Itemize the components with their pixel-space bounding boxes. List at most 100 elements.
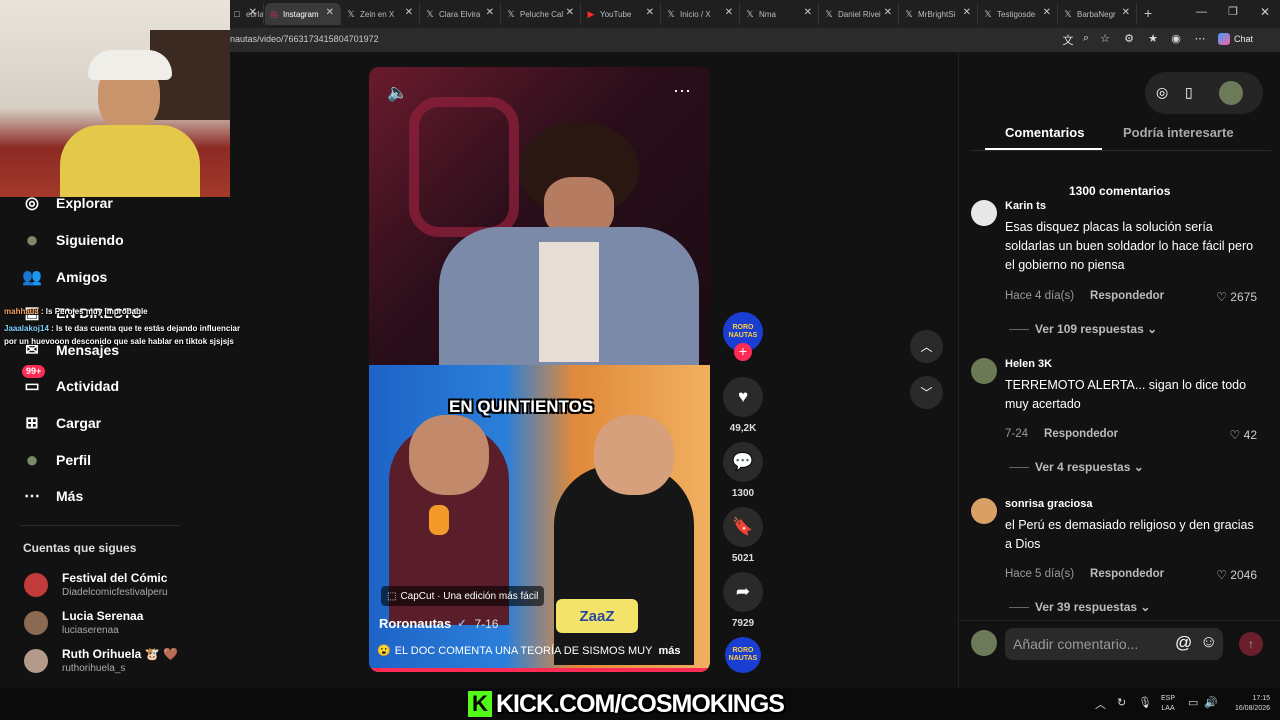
comment-like-button[interactable]: ♡ 42: [1230, 428, 1257, 442]
next-video-button[interactable]: ﹀: [910, 376, 943, 409]
view-replies-button[interactable]: Ver 109 respuestas ⌄: [1009, 322, 1157, 336]
tab-close-icon[interactable]: ✕: [405, 7, 413, 18]
comment-input[interactable]: Añadir comentario... @ ☺: [1005, 628, 1223, 660]
translate-icon[interactable]: 文: [1060, 32, 1076, 48]
new-tab-icon[interactable]: +: [1144, 5, 1152, 21]
browser-tab-label: Testigosde: [997, 9, 1036, 19]
post-comment-button[interactable]: ↑: [1239, 632, 1263, 656]
tab-interest[interactable]: Podría interesarte: [1123, 125, 1234, 140]
following-account[interactable]: Festival del Cómic Diadelcomicfestivalper…: [24, 571, 168, 598]
mention-icon[interactable]: @: [1175, 633, 1192, 653]
follow-plus-icon[interactable]: +: [734, 343, 752, 361]
user-avatar[interactable]: [1219, 81, 1243, 105]
following-handle: Diadelcomicfestivalperu: [62, 587, 168, 598]
tab-close-icon[interactable]: ✕: [566, 7, 574, 18]
nav-item[interactable]: ⊞ Cargar: [20, 411, 101, 435]
more-link[interactable]: más: [658, 645, 680, 657]
creator-avatar[interactable]: RORO NAUTAS +: [723, 312, 763, 361]
save-button[interactable]: 🔖 5021: [723, 507, 763, 564]
microphone-icon[interactable]: 🎙: [1138, 696, 1152, 709]
browser-tab[interactable]: 𝕏 Clara Elvira ✕: [421, 3, 501, 25]
browser-tab[interactable]: 𝕏 Daniel Rivei ✕: [820, 3, 899, 25]
browser-tab[interactable]: 𝕏 Zein en X ✕: [342, 3, 420, 25]
share-button[interactable]: ➦ 7929: [723, 572, 763, 629]
tab-close-icon[interactable]: ✕: [249, 7, 257, 18]
favorites-icon[interactable]: ★: [1145, 32, 1161, 45]
browser-tab[interactable]: 𝕏 Nma ✕: [741, 3, 819, 25]
copilot-chat-button[interactable]: Chat: [1218, 33, 1253, 45]
browser-tab[interactable]: □ eorla ✕: [228, 3, 264, 25]
comment-username[interactable]: sonrisa graciosa: [1005, 498, 1092, 510]
tab-close-icon[interactable]: ✕: [884, 7, 892, 18]
comment-avatar[interactable]: [971, 498, 997, 524]
reply-button[interactable]: Respondedor: [1090, 568, 1164, 580]
view-replies-button[interactable]: Ver 39 respuestas ⌄: [1009, 600, 1150, 614]
zoom-icon[interactable]: ⌕: [1078, 32, 1094, 45]
nav-item[interactable]: ● Perfil: [20, 447, 91, 472]
tab-close-icon[interactable]: ✕: [486, 7, 494, 18]
tab-close-icon[interactable]: ✕: [963, 7, 971, 18]
nav-item[interactable]: 👥 Amigos: [20, 265, 107, 289]
volume-icon[interactable]: 🔈: [387, 83, 408, 103]
browser-tab[interactable]: 𝕏 MrBrightSi ✕: [900, 3, 978, 25]
more-options-icon[interactable]: ⋯: [1192, 32, 1208, 45]
reply-button[interactable]: Respondedor: [1044, 428, 1118, 440]
close-window-icon[interactable]: ✕: [1260, 5, 1270, 19]
profile-icon[interactable]: ◉: [1168, 32, 1184, 45]
nav-item[interactable]: ⋯ Más: [20, 484, 83, 508]
browser-tab[interactable]: 𝕏 BarbaNegr ✕: [1059, 3, 1137, 25]
next-creator-avatar[interactable]: RORO NAUTAS: [723, 637, 763, 673]
emoji-icon[interactable]: ☺: [1200, 632, 1217, 652]
comment-username[interactable]: Helen 3K: [1005, 358, 1052, 370]
like-button[interactable]: ♥ 49,2K: [723, 377, 763, 434]
comment-avatar[interactable]: [971, 358, 997, 384]
x-icon: 𝕏: [426, 9, 434, 19]
minimize-icon[interactable]: —: [1196, 6, 1207, 18]
network-icon[interactable]: ▭: [1188, 696, 1198, 709]
overlay-caption: EN QUINTIENTOS: [449, 397, 594, 416]
comment-like-button[interactable]: ♡ 2046: [1216, 568, 1257, 582]
heart-outline-icon: ♡: [1229, 428, 1244, 442]
comment-avatar[interactable]: [971, 200, 997, 226]
video-more-icon[interactable]: ⋯: [673, 81, 691, 102]
browser-tab[interactable]: 𝕏 Peluche Cal ✕: [502, 3, 581, 25]
browser-tab[interactable]: ▶ YouTube ✕: [582, 3, 661, 25]
tab-close-icon[interactable]: ✕: [725, 7, 733, 18]
previous-video-button[interactable]: ︿: [910, 330, 943, 363]
explore-icon[interactable]: ◎: [1156, 84, 1168, 101]
device-icon[interactable]: ▯: [1185, 84, 1193, 101]
tab-close-icon[interactable]: ✕: [326, 7, 334, 18]
tab-close-icon[interactable]: ✕: [1122, 7, 1130, 18]
tray-app-icon[interactable]: ↻: [1117, 696, 1126, 709]
comment-like-button[interactable]: ♡ 2675: [1216, 290, 1257, 304]
view-replies-button[interactable]: Ver 4 respuestas ⌄: [1009, 460, 1144, 474]
tab-close-icon[interactable]: ✕: [1043, 7, 1051, 18]
video-author[interactable]: Roronautas: [379, 616, 451, 631]
comment-username[interactable]: Karin ts: [1005, 200, 1046, 212]
url-text[interactable]: nautas/video/7663173415804701972: [230, 34, 379, 44]
tray-expand-icon[interactable]: ︿: [1095, 696, 1106, 712]
clock[interactable]: 17:15 16/08/2026: [1226, 694, 1270, 714]
restore-icon[interactable]: ❐: [1228, 5, 1238, 18]
capcut-badge[interactable]: ⬚ CapCut · Una edición más fácil: [381, 586, 545, 606]
progress-bar[interactable]: [369, 668, 710, 672]
tab-comments[interactable]: Comentarios: [1005, 125, 1084, 140]
comment-button[interactable]: 💬 1300: [723, 442, 763, 499]
browser-tab[interactable]: ◎ Instagram ✕: [265, 3, 341, 25]
nav-item[interactable]: ▭ 99+ Actividad: [20, 365, 119, 398]
extension-icon[interactable]: ⚙: [1121, 32, 1137, 45]
browser-tab[interactable]: 𝕏 Testigosde ✕: [979, 3, 1058, 25]
tab-close-icon[interactable]: ✕: [804, 7, 812, 18]
following-account[interactable]: Lucia Serenaa luciaserenaa: [24, 609, 143, 636]
tab-close-icon[interactable]: ✕: [646, 7, 654, 18]
following-account[interactable]: Ruth Orihuela 🐮 🤎 ruthorihuela_s: [24, 647, 178, 674]
volume-tray-icon[interactable]: 🔊: [1204, 696, 1218, 709]
browser-tab[interactable]: 𝕏 Inicio / X ✕: [662, 3, 740, 25]
save-count: 5021: [731, 553, 755, 564]
nav-item[interactable]: ● Siguiendo: [20, 227, 123, 252]
tiktok-page: ◎ Explorar ● Siguiendo 👥 Amigos ▣ EN DIRECTO ✉ Me…: [0, 0, 1280, 688]
video-player[interactable]: EN QUINTIENTOS ZaaZ 🔈 ⋯ ⬚ CapCut · Una e…: [369, 67, 710, 672]
star-icon[interactable]: ☆: [1097, 32, 1113, 45]
reply-button[interactable]: Respondedor: [1090, 290, 1164, 302]
language-indicator[interactable]: ESP LAA: [1161, 694, 1175, 714]
